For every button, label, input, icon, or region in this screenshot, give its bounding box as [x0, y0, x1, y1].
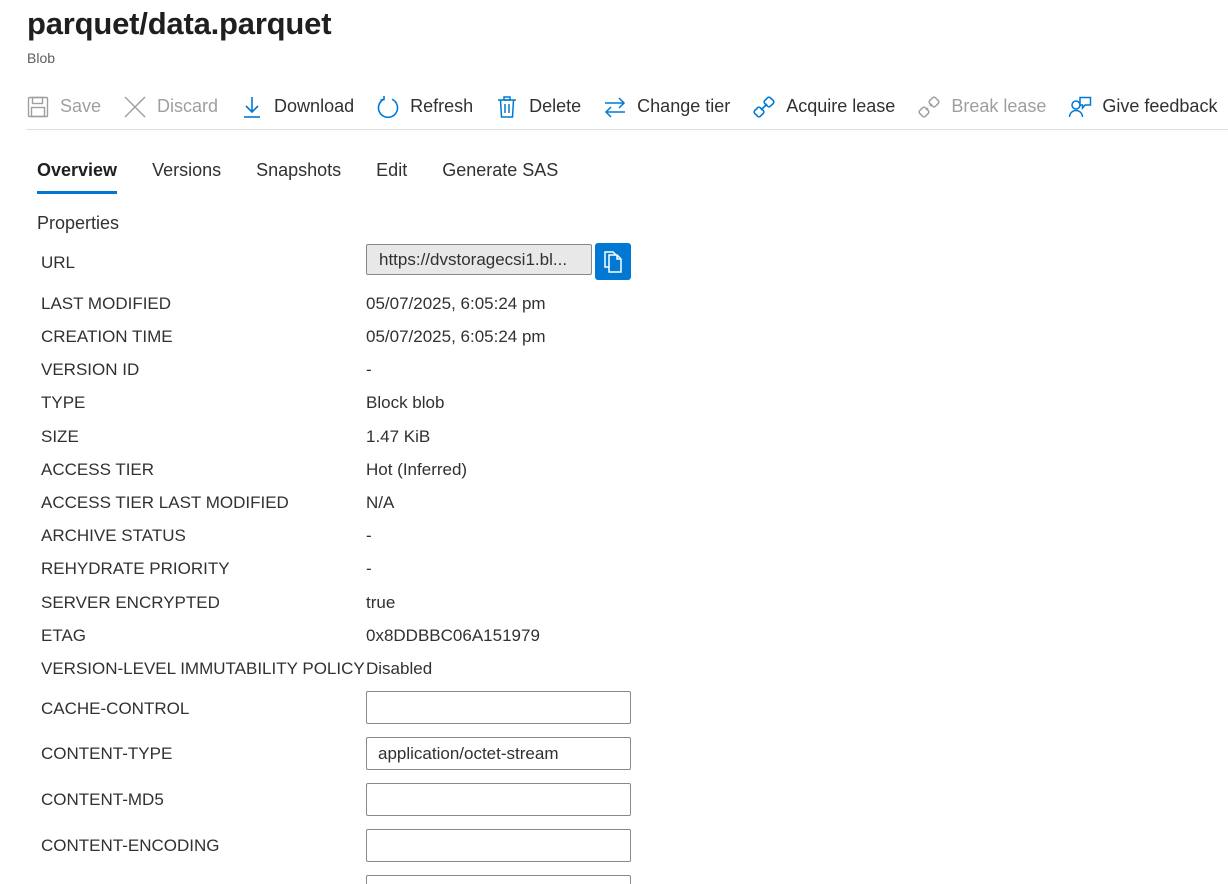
tab-overview[interactable]: Overview — [37, 156, 118, 194]
copy-icon — [602, 250, 624, 274]
property-label: ACCESS TIER — [41, 460, 155, 479]
content-md5-input[interactable] — [366, 783, 631, 816]
give-feedback-label: Give feedback — [1102, 96, 1218, 116]
tab-list: Overview Versions Snapshots Edit Generat… — [37, 156, 593, 196]
page-title: parquet/data.parquet — [27, 6, 332, 41]
link-icon — [752, 95, 776, 119]
delete-button[interactable]: Delete — [495, 85, 581, 129]
property-value: - — [366, 526, 372, 545]
property-label: SERVER ENCRYPTED — [41, 593, 220, 612]
property-label: ACCESS TIER LAST MODIFIED — [41, 493, 289, 512]
property-value: 0x8DDBBC06A151979 — [366, 626, 540, 645]
content-encoding-input[interactable] — [366, 829, 631, 862]
delete-label: Delete — [529, 96, 582, 116]
acquire-lease-button[interactable]: Acquire lease — [752, 85, 895, 129]
discard-button[interactable]: Discard — [123, 85, 218, 129]
change-tier-button[interactable]: Change tier — [603, 85, 730, 129]
property-value: Disabled — [366, 659, 433, 678]
property-label: CREATION TIME — [41, 327, 173, 346]
property-value: N/A — [366, 493, 395, 512]
property-label: LAST MODIFIED — [41, 294, 172, 313]
property-label: CONTENT-TYPE — [41, 744, 173, 763]
property-value: 05/07/2025, 6:05:24 pm — [366, 294, 546, 313]
give-feedback-button[interactable]: Give feedback — [1068, 85, 1217, 129]
copy-url-button[interactable] — [595, 243, 631, 280]
property-value: Hot (Inferred) — [366, 460, 468, 479]
property-label: ETAG — [41, 626, 87, 645]
property-label: SIZE — [41, 427, 79, 446]
property-label: CONTENT-MD5 — [41, 790, 164, 809]
content-type-input[interactable] — [366, 737, 631, 770]
feedback-icon — [1068, 95, 1092, 119]
close-icon — [123, 95, 147, 119]
broken-link-icon — [917, 95, 941, 119]
download-label: Download — [274, 96, 355, 116]
break-lease-label: Break lease — [951, 96, 1047, 116]
refresh-icon — [376, 95, 400, 119]
page-subtitle: Blob — [27, 50, 56, 66]
download-button[interactable]: Download — [240, 85, 354, 129]
break-lease-button[interactable]: Break lease — [917, 85, 1046, 129]
properties-heading: Properties — [37, 213, 120, 233]
property-label: CACHE-CONTROL — [41, 699, 190, 718]
property-value: 1.47 KiB — [366, 427, 431, 446]
change-tier-label: Change tier — [637, 96, 731, 116]
property-label: VERSION-LEVEL IMMUTABILITY POLICY — [41, 659, 365, 678]
acquire-lease-label: Acquire lease — [786, 96, 896, 116]
save-label: Save — [60, 96, 102, 116]
cache-control-input[interactable] — [366, 691, 631, 724]
save-icon — [26, 95, 50, 119]
swap-arrows-icon — [603, 95, 627, 119]
property-label: CONTENT-ENCODING — [41, 836, 220, 855]
property-value: - — [366, 559, 372, 578]
property-value: true — [366, 593, 396, 612]
url-field[interactable]: https://dvstoragecsi1.bl... — [366, 244, 592, 275]
download-icon — [240, 95, 264, 119]
tab-snapshots[interactable]: Snapshots — [256, 156, 341, 194]
discard-label: Discard — [157, 96, 219, 116]
save-button[interactable]: Save — [26, 85, 101, 129]
command-bar: Save Discard Download Refresh Delete Cha… — [26, 84, 1228, 130]
tab-versions[interactable]: Versions — [152, 156, 221, 194]
property-label: TYPE — [41, 393, 86, 412]
property-label: URL — [41, 253, 76, 272]
refresh-label: Refresh — [410, 96, 474, 116]
property-label: VERSION ID — [41, 360, 140, 379]
refresh-button[interactable]: Refresh — [376, 85, 473, 129]
property-value: 05/07/2025, 6:05:24 pm — [366, 327, 546, 346]
blob-properties-page: parquet/data.parquet Blob Save Discard D… — [0, 0, 1228, 884]
property-label: REHYDRATE PRIORITY — [41, 559, 230, 578]
trash-icon — [495, 95, 519, 119]
tab-generate-sas[interactable]: Generate SAS — [442, 156, 558, 194]
tab-edit[interactable]: Edit — [376, 156, 407, 194]
next-property-input[interactable] — [366, 875, 631, 884]
property-value: - — [366, 360, 372, 379]
property-value: Block blob — [366, 393, 445, 412]
property-label: ARCHIVE STATUS — [41, 526, 186, 545]
